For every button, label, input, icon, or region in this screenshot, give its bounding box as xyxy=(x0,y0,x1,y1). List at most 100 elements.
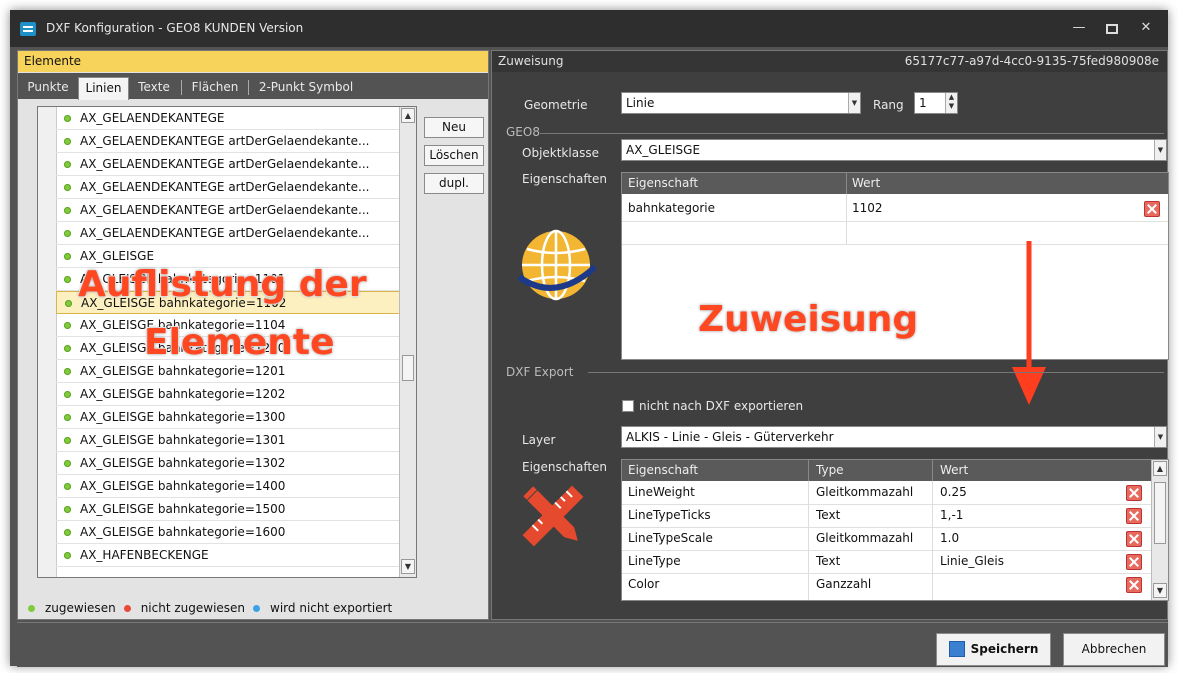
assigned-dot-icon xyxy=(28,605,35,612)
list-item[interactable]: AX_GLEISGE bahnkategorie=1201 xyxy=(56,360,400,383)
assigned-dot-icon xyxy=(64,184,71,191)
chevron-down-icon[interactable]: ▼ xyxy=(848,93,860,113)
col-eigenschaft: Eigenschaft xyxy=(628,176,699,190)
delete-button[interactable]: Löschen xyxy=(424,145,484,166)
assigned-dot-icon xyxy=(64,414,71,421)
rank-stepper[interactable]: 1 ▲ ▼ xyxy=(914,92,958,114)
cancel-button[interactable]: Abbrechen xyxy=(1063,633,1165,666)
assigned-dot-icon xyxy=(64,483,71,490)
prop-name-cell[interactable]: LineWeight xyxy=(628,481,695,504)
col-wert: Wert xyxy=(852,176,881,190)
delete-row-icon[interactable] xyxy=(1126,554,1142,570)
no-export-label: nicht nach DXF exportieren xyxy=(639,399,804,413)
list-item-label: AX_GELAENDEKANTEGE artDerGelaendekante..… xyxy=(80,180,370,194)
assigned-dot-icon xyxy=(64,138,71,145)
delete-row-icon[interactable] xyxy=(1126,485,1142,501)
maximize-icon[interactable] xyxy=(1098,16,1126,40)
dxf-group-line xyxy=(588,372,1164,373)
prop-name-cell[interactable]: LineTypeTicks xyxy=(628,504,711,527)
col-divider xyxy=(808,460,809,481)
prop-name-cell[interactable]: LineType xyxy=(628,550,681,573)
prop-value-cell[interactable]: 1102 xyxy=(852,197,883,220)
prop-name-cell[interactable]: Color xyxy=(628,573,659,596)
globe-icon xyxy=(518,229,596,301)
list-item[interactable]: AX_GLEISGE bahnkategorie=1300 xyxy=(56,406,400,429)
unassigned-dot-icon xyxy=(123,605,131,612)
prop-value-cell[interactable]: Linie_Gleis xyxy=(940,550,1004,573)
scroll-thumb[interactable] xyxy=(1154,482,1166,544)
prop-name-cell[interactable]: LineTypeScale xyxy=(628,527,713,550)
dxf-properties-grid[interactable]: Eigenschaft Type Wert LineWeight Gleitko… xyxy=(621,459,1169,601)
delete-row-icon[interactable] xyxy=(1126,531,1142,547)
assigned-dot-icon xyxy=(64,161,71,168)
tab-linien[interactable]: Linien xyxy=(78,77,129,100)
list-item-label: AX_GLEISGE bahnkategorie=1600 xyxy=(80,525,286,539)
list-item[interactable]: AX_GLEISGE bahnkategorie=1400 xyxy=(56,475,400,498)
list-item[interactable]: AX_GELAENDEKANTEGE artDerGelaendekante..… xyxy=(56,222,400,245)
list-item[interactable]: AX_HAFENBECKENGE xyxy=(56,544,400,567)
geometry-select[interactable]: Linie ▼ xyxy=(621,92,861,114)
no-export-checkbox[interactable] xyxy=(622,400,634,412)
prop-type-cell[interactable]: Gleitkommazahl xyxy=(816,527,913,550)
geometry-value: Linie xyxy=(626,96,655,110)
scroll-down-icon[interactable]: ▼ xyxy=(401,559,415,574)
assigned-dot-icon xyxy=(64,391,71,398)
col-type: Type xyxy=(816,463,844,477)
tab-2-punkt-symbol[interactable]: 2-Punkt Symbol xyxy=(251,77,361,98)
prop-type-cell[interactable]: Text xyxy=(816,504,840,527)
list-scrollbar[interactable]: ▲ ▼ xyxy=(399,107,416,577)
list-item[interactable]: AX_GELAENDEKANTEGE xyxy=(56,107,400,130)
tab-punkte[interactable]: Punkte xyxy=(22,77,74,98)
arrow-down-icon xyxy=(1012,241,1046,405)
ruler-pencil-icon xyxy=(522,485,584,547)
layer-select[interactable]: ALKIS - Linie - Gleis - Güterverkehr ▼ xyxy=(621,426,1167,448)
assignment-panel: Zuweisung 65177c77-a97d-4cc0-9135-75fed9… xyxy=(491,50,1169,620)
objclass-select[interactable]: AX_GLEISGE ▼ xyxy=(621,139,1167,161)
scroll-down-icon[interactable]: ▼ xyxy=(1153,583,1167,598)
delete-row-icon[interactable] xyxy=(1126,577,1142,593)
list-item[interactable]: AX_GLEISGE bahnkategorie=1500 xyxy=(56,498,400,521)
chevron-down-icon[interactable]: ▼ xyxy=(1154,140,1166,160)
stepper-arrows-icon[interactable]: ▲ ▼ xyxy=(945,93,957,113)
list-item-label: AX_GELAENDEKANTEGE artDerGelaendekante..… xyxy=(80,157,370,171)
duplicate-button[interactable]: dupl. xyxy=(424,173,484,194)
legend-assigned: zugewiesen xyxy=(45,601,116,615)
grid-scrollbar[interactable]: ▲ ▼ xyxy=(1151,460,1168,600)
list-item[interactable]: AX_GLEISGE bahnkategorie=1301 xyxy=(56,429,400,452)
col-divider xyxy=(932,481,933,600)
assigned-dot-icon xyxy=(64,506,71,513)
list-item[interactable]: AX_GELAENDEKANTEGE artDerGelaendekante..… xyxy=(56,130,400,153)
delete-row-icon[interactable] xyxy=(1144,201,1160,217)
list-item[interactable]: AX_GLEISGE bahnkategorie=1302 xyxy=(56,452,400,475)
list-item[interactable]: AX_GLEISGE bahnkategorie=1202 xyxy=(56,383,400,406)
scroll-up-icon[interactable]: ▲ xyxy=(401,108,415,123)
list-item-label: AX_GELAENDEKANTEGE artDerGelaendekante..… xyxy=(80,203,370,217)
assigned-dot-icon xyxy=(64,115,71,122)
objclass-value: AX_GLEISGE xyxy=(626,143,701,157)
tab-flaechen[interactable]: Flächen xyxy=(184,77,246,98)
prop-value-cell[interactable]: 1,-1 xyxy=(940,504,963,527)
save-button[interactable]: Speichern xyxy=(936,633,1051,666)
prop-type-cell[interactable]: Ganzzahl xyxy=(816,573,871,596)
list-item[interactable]: AX_GELAENDEKANTEGE artDerGelaendekante..… xyxy=(56,176,400,199)
save-label: Speichern xyxy=(970,642,1039,656)
prop-value-cell[interactable]: 0.25 xyxy=(940,481,967,504)
list-item[interactable]: AX_GLEISGE bahnkategorie=1600 xyxy=(56,521,400,544)
close-icon[interactable]: ✕ xyxy=(1132,16,1160,40)
list-item-label: AX_HAFENBECKENGE xyxy=(80,548,209,562)
scroll-up-icon[interactable]: ▲ xyxy=(1153,461,1167,476)
new-button[interactable]: Neu xyxy=(424,117,484,138)
assignment-guid: 65177c77-a97d-4cc0-9135-75fed980908e xyxy=(904,54,1159,68)
scroll-thumb[interactable] xyxy=(402,355,414,381)
prop-value-cell[interactable]: 1.0 xyxy=(940,527,959,550)
chevron-down-icon[interactable]: ▼ xyxy=(1154,427,1166,447)
minimize-icon[interactable]: — xyxy=(1065,16,1093,40)
delete-row-icon[interactable] xyxy=(1126,508,1142,524)
title-bar[interactable]: DXF Konfiguration - GEO8 KUNDEN Version … xyxy=(10,10,1168,47)
prop-type-cell[interactable]: Gleitkommazahl xyxy=(816,481,913,504)
prop-name-cell[interactable]: bahnkategorie xyxy=(628,197,715,220)
prop-type-cell[interactable]: Text xyxy=(816,550,840,573)
list-item[interactable]: AX_GELAENDEKANTEGE artDerGelaendekante..… xyxy=(56,199,400,222)
tab-texte[interactable]: Texte xyxy=(130,77,178,98)
list-item[interactable]: AX_GELAENDEKANTEGE artDerGelaendekante..… xyxy=(56,153,400,176)
